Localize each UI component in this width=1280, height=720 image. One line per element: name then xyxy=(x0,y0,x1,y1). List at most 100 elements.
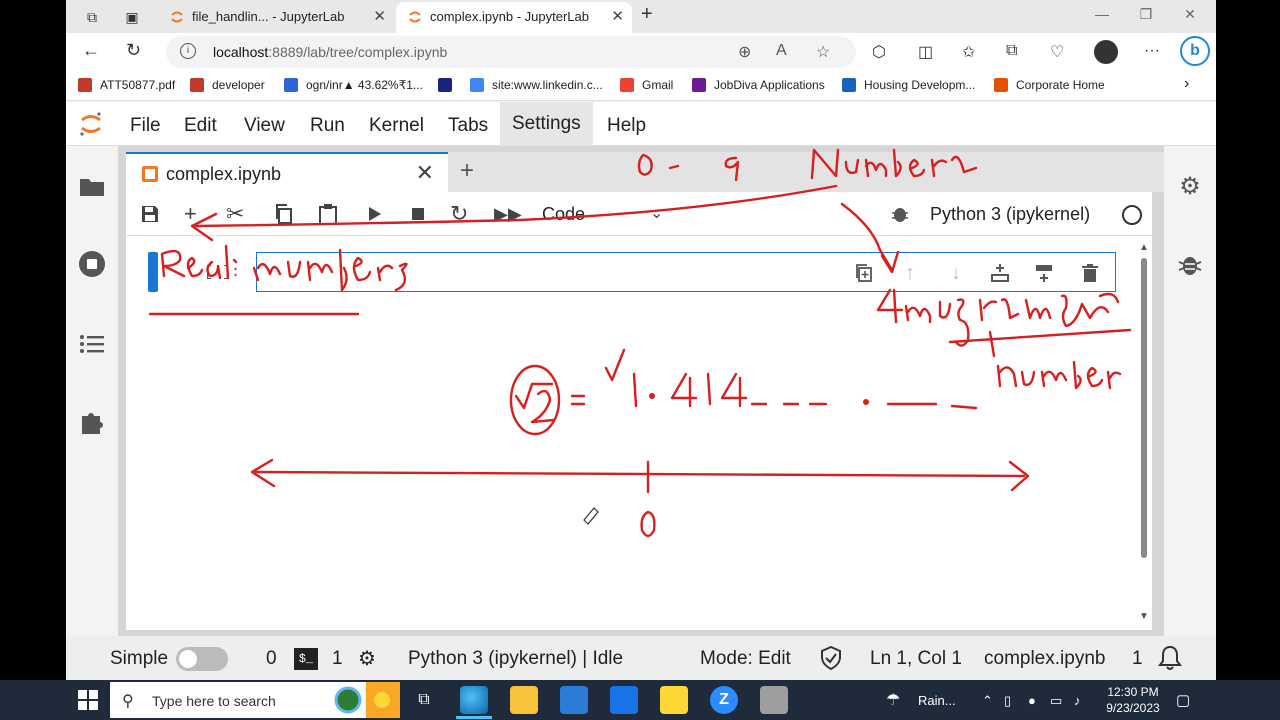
address-bar[interactable]: i localhost:8889/lab/tree/complex.ipynb … xyxy=(166,36,856,68)
menu-settings[interactable]: Settings xyxy=(500,102,593,146)
cell-collapser[interactable] xyxy=(148,252,158,292)
cell-type-select[interactable]: Code xyxy=(542,204,585,225)
bookmark-item[interactable] xyxy=(438,78,460,92)
window-close-icon[interactable]: ✕ xyxy=(1170,6,1210,23)
profile-avatar[interactable] xyxy=(1094,40,1118,64)
weather-rain-icon[interactable]: ☂ xyxy=(886,690,900,710)
tab-actions-icon[interactable]: ▣ xyxy=(122,7,142,27)
split-screen-icon[interactable]: ◫ xyxy=(918,42,933,62)
task-view-icon[interactable]: ⧉ xyxy=(410,686,438,714)
favorites-icon[interactable]: ✩ xyxy=(962,42,975,62)
chevron-down-icon[interactable]: ⌄ xyxy=(650,203,663,223)
notification-bell-icon[interactable] xyxy=(1158,645,1182,671)
kernel-chip-icon[interactable]: ⚙ xyxy=(358,646,376,671)
menu-help[interactable]: Help xyxy=(607,115,646,137)
debugger-toggle-bug-icon[interactable] xyxy=(890,204,910,224)
browser-tab-complex[interactable]: complex.ipynb - JupyterLab ✕ xyxy=(396,2,632,33)
tray-chevron-up-icon[interactable]: ⌃ xyxy=(982,693,993,709)
menu-edit[interactable]: Edit xyxy=(184,115,217,137)
notification-center-icon[interactable]: ▢ xyxy=(1176,691,1190,709)
save-icon[interactable] xyxy=(138,202,162,226)
cut-scissors-icon[interactable]: ✂ xyxy=(226,202,250,226)
bookmark-item[interactable]: site:www.linkedin.c... xyxy=(470,78,603,92)
bookmark-item[interactable]: developer xyxy=(190,78,265,92)
kernel-status-text[interactable]: Python 3 (ipykernel) | Idle xyxy=(408,648,623,670)
browser-tab-file-handling[interactable]: file_handlin... - JupyterLab ✕ xyxy=(158,2,394,33)
minimize-icon[interactable]: — xyxy=(1082,6,1122,22)
close-tab-icon[interactable]: ✕ xyxy=(373,2,386,31)
restart-kernel-icon[interactable]: ↻ xyxy=(450,202,474,226)
interrupt-stop-icon[interactable] xyxy=(406,202,430,226)
volume-icon[interactable]: ♪ xyxy=(1074,693,1081,708)
bookmark-item[interactable]: ogn/inr▲ 43.62%₹1... xyxy=(284,78,423,92)
property-inspector-gears-icon[interactable]: ⚙ xyxy=(1176,172,1204,200)
restore-icon[interactable]: ❐ xyxy=(1126,6,1166,23)
delete-trash-icon[interactable] xyxy=(1079,262,1101,284)
microsoft-store-icon[interactable] xyxy=(560,686,588,714)
insert-cell-plus-icon[interactable]: + xyxy=(184,202,208,226)
restart-run-all-icon[interactable]: ▶▶ xyxy=(494,202,522,226)
bookmark-item[interactable]: JobDiva Applications xyxy=(692,78,825,92)
debugger-bug-icon[interactable] xyxy=(1176,250,1204,278)
menu-run[interactable]: Run xyxy=(310,115,345,137)
weather-text[interactable]: Rain... xyxy=(918,693,956,708)
scroll-down-arrow-icon[interactable]: ▼ xyxy=(1139,611,1149,622)
kernel-name[interactable]: Python 3 (ipykernel) xyxy=(930,204,1090,225)
folder-icon[interactable] xyxy=(78,172,106,200)
zoom-icon[interactable]: ⊕ xyxy=(738,42,751,62)
network-icon[interactable]: ▭ xyxy=(1050,693,1062,709)
close-tab-icon[interactable]: ✕ xyxy=(611,2,624,31)
bookmark-item[interactable]: ATT50877.pdf xyxy=(78,78,175,92)
performance-icon[interactable]: ♡ xyxy=(1050,42,1064,62)
more-menu-icon[interactable]: ··· xyxy=(1144,42,1160,60)
taskbar-clock[interactable]: 12:30 PM 9/23/2023 xyxy=(1098,684,1168,716)
edge-browser-icon[interactable] xyxy=(460,686,488,714)
bookmarks-overflow-chevron-icon[interactable]: › xyxy=(1184,75,1189,93)
menu-tabs[interactable]: Tabs xyxy=(448,115,488,137)
bookmark-item[interactable]: Housing Developm... xyxy=(842,78,975,92)
duplicate-cell-icon[interactable] xyxy=(853,262,875,284)
refresh-icon[interactable]: ↻ xyxy=(126,40,141,61)
sticky-notes-icon[interactable] xyxy=(660,686,688,714)
insert-above-icon[interactable] xyxy=(989,262,1011,284)
workspaces-icon[interactable]: ⧉ xyxy=(82,7,102,27)
mail-icon[interactable] xyxy=(610,686,638,714)
add-launcher-button[interactable]: + xyxy=(460,157,474,185)
notebook-scrollbar[interactable]: ▲ ▼ xyxy=(1138,242,1149,622)
new-tab-button[interactable]: + xyxy=(641,3,653,26)
simple-mode-toggle[interactable] xyxy=(176,647,228,671)
copy-icon[interactable] xyxy=(272,202,296,226)
menu-file[interactable]: File xyxy=(130,115,161,137)
cursor-position[interactable]: Ln 1, Col 1 xyxy=(870,648,962,670)
file-explorer-icon[interactable] xyxy=(510,686,538,714)
terminal-icon[interactable]: $_ xyxy=(294,648,318,670)
zoom-app-icon[interactable]: Z xyxy=(710,686,738,714)
menu-kernel[interactable]: Kernel xyxy=(369,115,424,137)
bookmark-item[interactable]: Gmail xyxy=(620,78,673,92)
extensions-icon[interactable]: ⬡ xyxy=(872,42,886,62)
code-cell[interactable]: [ ]: ↑ ↓ xyxy=(148,252,1118,294)
insert-below-icon[interactable] xyxy=(1033,262,1055,284)
favorite-star-icon[interactable]: ☆ xyxy=(816,42,830,62)
windows-start-icon[interactable] xyxy=(78,690,98,710)
taskbar-search-box[interactable]: ⚲ Type here to search xyxy=(110,682,400,718)
cell-editor[interactable]: ↑ ↓ xyxy=(256,252,1116,292)
back-arrow-icon[interactable]: ← xyxy=(82,40,100,61)
extension-puzzle-icon[interactable] xyxy=(78,408,106,436)
trusted-shield-icon[interactable] xyxy=(820,646,842,670)
read-aloud-icon[interactable]: A xyxy=(776,42,787,60)
microphone-icon[interactable]: ● xyxy=(1028,693,1036,708)
collections-icon[interactable]: ⧉ xyxy=(1006,42,1017,60)
table-of-contents-icon[interactable] xyxy=(78,330,106,358)
move-down-arrow-icon[interactable]: ↓ xyxy=(945,262,967,284)
bing-copilot-icon[interactable]: b xyxy=(1180,36,1210,66)
run-play-icon[interactable] xyxy=(362,202,386,226)
close-notebook-icon[interactable]: ✕ xyxy=(416,160,434,186)
notebook-tab[interactable]: complex.ipynb ✕ xyxy=(126,152,448,192)
scroll-up-arrow-icon[interactable]: ▲ xyxy=(1139,242,1149,253)
snipping-tool-icon[interactable] xyxy=(760,686,788,714)
tray-device-icon[interactable]: ▯ xyxy=(1004,693,1011,709)
bookmark-item[interactable]: Corporate Home xyxy=(994,78,1105,92)
scrollbar-thumb[interactable] xyxy=(1141,258,1147,558)
menu-view[interactable]: View xyxy=(244,115,285,137)
